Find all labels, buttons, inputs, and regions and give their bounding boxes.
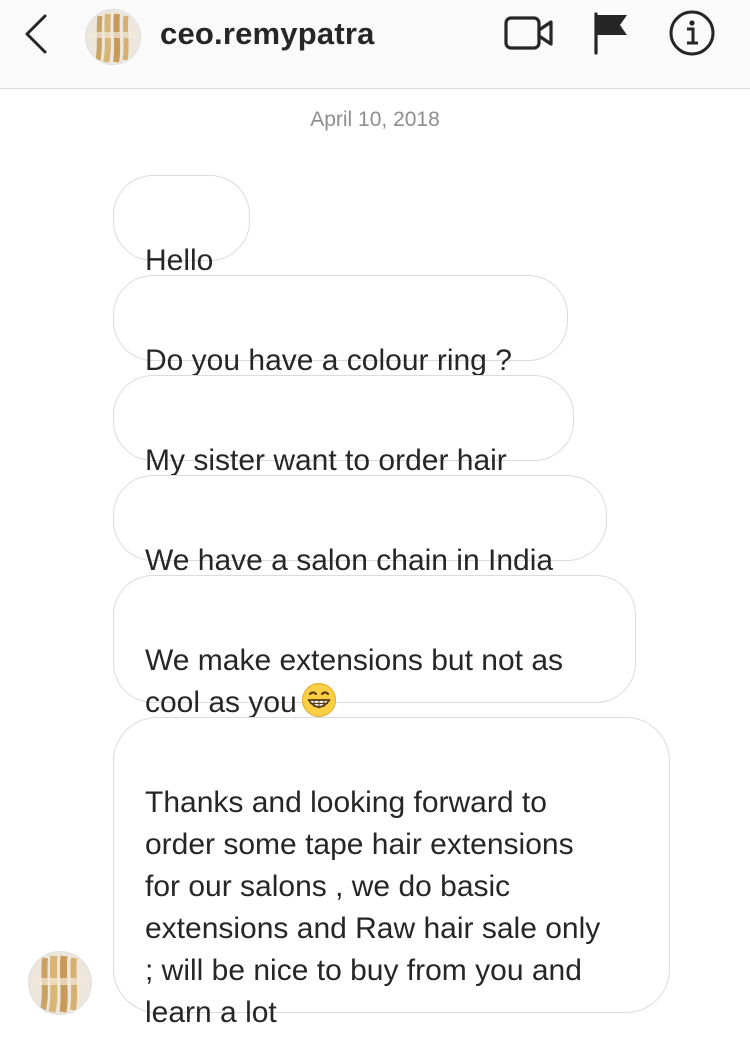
message-bubble[interactable]: My sister want to order hair — [113, 375, 574, 477]
message-text: Hello — [145, 244, 214, 277]
video-call-button[interactable] — [503, 12, 555, 58]
conversation-username[interactable]: ceo.remypatra — [160, 16, 375, 52]
message-bubble[interactable]: Thanks and looking forward to order some… — [113, 717, 670, 1029]
report-button[interactable] — [590, 11, 632, 60]
message-text: We make extensions but not as cool as yo… — [145, 644, 564, 719]
message-bubble[interactable]: Hello — [113, 175, 250, 277]
profile-avatar[interactable] — [85, 9, 141, 65]
message-bubble[interactable]: We have a salon chain in India — [113, 475, 607, 577]
message-bubble[interactable]: Do you have a colour ring ? — [113, 275, 568, 377]
message-text: Thanks and looking forward to order some… — [145, 786, 601, 1029]
flag-icon — [592, 11, 630, 60]
grinning-face-icon — [301, 682, 337, 718]
details-button[interactable] — [667, 10, 717, 58]
video-camera-icon — [503, 13, 555, 58]
conversation-header: ceo.remypatra — [0, 0, 750, 89]
message-text: My sister want to order hair — [145, 444, 507, 477]
message-text: Do you have a colour ring ? — [145, 344, 512, 377]
message-text: We have a salon chain in India — [145, 544, 554, 577]
sender-avatar[interactable] — [28, 951, 92, 1015]
conversation-date: April 10, 2018 — [310, 108, 440, 131]
chevron-left-icon — [23, 14, 49, 59]
back-button[interactable] — [18, 14, 54, 58]
info-icon — [668, 9, 716, 62]
message-bubble[interactable]: We make extensions but not as cool as yo… — [113, 575, 636, 719]
